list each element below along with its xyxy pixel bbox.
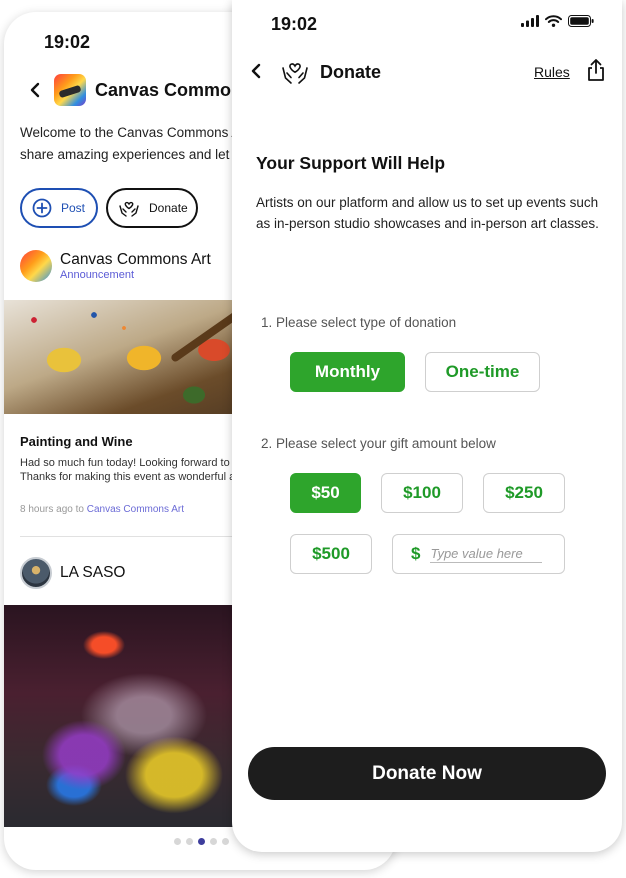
avatar[interactable] [20,250,52,282]
back-chevron-icon[interactable] [250,62,262,85]
post-label: Post [61,201,86,215]
action-pills: Post Donate [20,188,198,228]
back-chevron-icon[interactable] [24,79,46,101]
donate-screen: 19:02 Donate Rules Your Support Will Hel… [232,0,622,852]
custom-amount-input[interactable] [430,545,543,563]
carousel-dots [174,838,229,845]
step-2-label: 2. Please select your gift amount below [261,436,496,451]
donate-pill-button[interactable]: Donate [106,188,198,228]
carousel-dot[interactable] [174,838,181,845]
page-title: Donate [320,62,382,82]
post-button[interactable]: Post [20,188,98,228]
step-1-label: 1. Please select type of donation [261,315,457,330]
amount-250-option[interactable]: $250 [483,473,565,513]
donate-now-button[interactable]: Donate Now [248,747,606,800]
dollar-sign: $ [411,544,421,563]
post-author[interactable]: LA SASO [60,564,125,582]
status-time: 19:02 [44,32,91,52]
custom-amount-field[interactable]: $ [392,534,565,574]
post-to-word: to [75,504,84,515]
carousel-dot[interactable] [210,838,217,845]
hands-heart-icon [280,58,310,91]
post-header: LA SASO [20,557,125,589]
signal-icon [521,14,539,32]
post-tag: Announcement [60,269,134,281]
status-time: 19:02 [271,14,318,34]
post-time: 8 hours ago [20,504,73,515]
hands-heart-icon [118,198,140,218]
post-header: Canvas Commons Art Announcement [20,250,211,282]
donate-pill-label: Donate [149,201,188,215]
carousel-dot[interactable] [222,838,229,845]
section-body: Artists on our platform and allow us to … [256,195,599,231]
group-logo [54,74,86,106]
avatar[interactable] [20,557,52,589]
wifi-icon [545,14,562,32]
amount-50-option[interactable]: $50 [290,473,361,513]
rules-link[interactable]: Rules [534,64,570,80]
amount-100-option[interactable]: $100 [381,473,463,513]
post-meta: 8 hours ago to Canvas Commons Art [20,504,184,515]
share-icon[interactable] [586,58,606,87]
section-heading: Your Support Will Help [256,153,446,173]
one-time-option[interactable]: One-time [425,352,540,392]
post-author[interactable]: Canvas Commons Art [60,251,211,269]
donate-header: Donate Rules [232,56,622,90]
amount-500-option[interactable]: $500 [290,534,372,574]
post-title: Painting and Wine [20,434,133,449]
battery-icon [568,14,594,32]
plus-circle-icon [32,198,52,218]
carousel-dot[interactable] [186,838,193,845]
group-link[interactable]: Canvas Commons Art [87,504,184,515]
carousel-dot-active[interactable] [198,838,205,845]
status-icons [521,14,594,32]
monthly-option[interactable]: Monthly [290,352,405,392]
